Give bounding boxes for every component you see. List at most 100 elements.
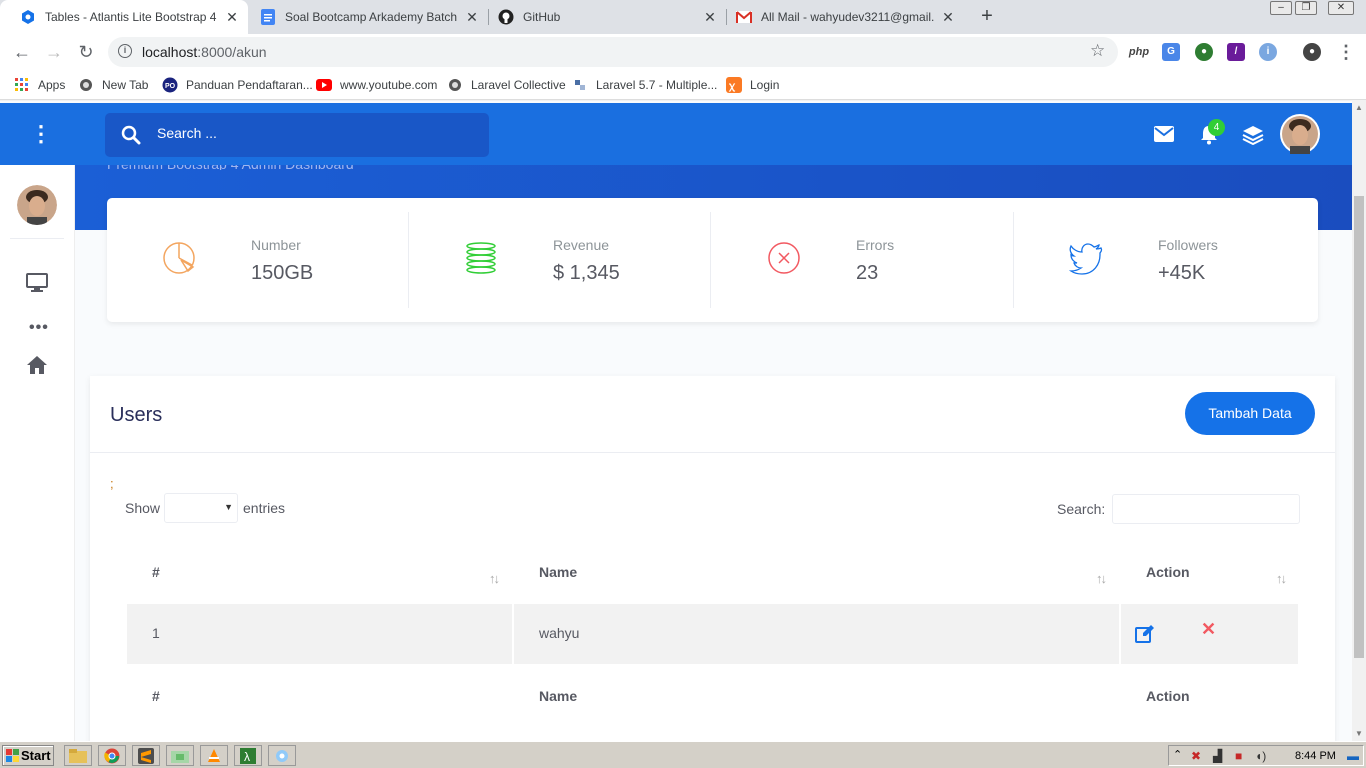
add-data-button[interactable]: Tambah Data: [1185, 392, 1315, 435]
gmail-icon: [736, 9, 752, 25]
search-icon: [121, 125, 141, 145]
system-tray: ⌃ ✖ ▟ ■ ◖) 8:44 PM ▬: [1168, 745, 1364, 766]
sort-icon[interactable]: ↑↓: [1096, 571, 1107, 586]
sidebar-toggle-icon[interactable]: ⋮: [30, 121, 52, 147]
bookmark-laravel-multiple[interactable]: Laravel 5.7 - Multiple...: [572, 77, 717, 93]
tab-title: All Mail - wahyudev3211@gmail.com: [761, 10, 934, 24]
windows-logo-icon: [6, 749, 19, 762]
back-icon[interactable]: ←: [10, 41, 34, 63]
column-header-number[interactable]: #: [152, 564, 160, 580]
scroll-down-icon[interactable]: ▼: [1355, 729, 1363, 738]
card-header: Users Tambah Data: [90, 376, 1335, 453]
tray-security-icon[interactable]: ✖: [1191, 749, 1201, 763]
scroll-up-icon[interactable]: ▲: [1355, 103, 1363, 112]
bookmark-panduan[interactable]: PO Panduan Pendaftaran...: [162, 77, 313, 93]
svg-text:λ: λ: [244, 750, 250, 764]
layers-icon[interactable]: [1242, 125, 1264, 145]
bookmark-apps[interactable]: Apps: [14, 77, 65, 93]
entries-select[interactable]: ▼: [164, 493, 238, 523]
delete-icon[interactable]: ✕: [1201, 619, 1216, 640]
tab-gmail[interactable]: All Mail - wahyudev3211@gmail.com ✕: [716, 0, 964, 34]
cell-name: wahyu: [539, 625, 580, 641]
bookmarks-bar: Apps New Tab PO Panduan Pendaftaran... w…: [0, 70, 1366, 100]
apps-grid-icon: [14, 77, 30, 93]
close-tab-icon[interactable]: ✕: [224, 9, 240, 25]
tray-expand-icon[interactable]: ⌃: [1173, 748, 1182, 761]
address-bar[interactable]: i localhost:8000/akun ☆: [108, 37, 1118, 67]
footer-header-action: Action: [1146, 688, 1190, 704]
globe-icon: [78, 77, 94, 93]
column-header-name[interactable]: Name: [539, 564, 577, 580]
sort-icon[interactable]: ↑↓: [1276, 571, 1287, 586]
color-picker-icon[interactable]: /: [1227, 43, 1245, 61]
php-icon[interactable]: php: [1128, 43, 1150, 61]
control-panel-icon[interactable]: [268, 745, 296, 766]
error-circle-icon: [768, 242, 800, 274]
globe-extension-icon[interactable]: ●: [1195, 43, 1213, 61]
show-desktop-icon[interactable]: ▬: [1347, 749, 1359, 763]
network-folder-icon[interactable]: [166, 745, 194, 766]
home-icon[interactable]: [26, 355, 48, 375]
entries-label: entries: [243, 500, 286, 516]
stat-value: 150GB: [251, 262, 314, 284]
menu-kebab-icon[interactable]: ⋮: [1334, 41, 1358, 63]
table-search-label: Search:: [1057, 501, 1106, 517]
reload-icon[interactable]: ↻: [74, 41, 98, 63]
coins-icon: [466, 242, 496, 274]
svg-text:PO: PO: [165, 83, 176, 90]
stat-value: 23: [856, 262, 879, 284]
file-explorer-icon[interactable]: [64, 745, 92, 766]
start-button[interactable]: Start: [2, 745, 54, 766]
stat-number: Number 150GB: [107, 212, 409, 308]
forward-icon[interactable]: →: [42, 41, 66, 63]
tray-app-icon[interactable]: ■: [1235, 749, 1242, 763]
scrollbar-thumb[interactable]: [1354, 196, 1364, 658]
close-tab-icon[interactable]: ✕: [940, 9, 956, 25]
chrome-icon[interactable]: [98, 745, 126, 766]
stat-label: Revenue: [553, 237, 610, 253]
tab-tables[interactable]: Tables - Atlantis Lite Bootstrap 4 Admin…: [0, 0, 248, 34]
sublime-text-icon[interactable]: [132, 745, 160, 766]
bookmark-laravel-collective[interactable]: Laravel Collective: [447, 77, 566, 93]
restore-button[interactable]: ❐: [1295, 1, 1317, 15]
bookmark-label: Laravel Collective: [471, 78, 566, 92]
stat-followers: Followers +45K: [1014, 212, 1316, 308]
monitor-icon[interactable]: [26, 273, 48, 293]
close-window-button[interactable]: ✕: [1328, 1, 1354, 15]
sort-icon[interactable]: ↑↓: [489, 571, 500, 586]
browser-toolbar: ← → ↻ i localhost:8000/akun ☆ php G ● / …: [0, 34, 1366, 70]
envelope-icon[interactable]: [1154, 126, 1174, 142]
sidebar: •••: [0, 165, 75, 741]
search-box[interactable]: [105, 113, 489, 157]
signal-strength-icon[interactable]: ▟: [1213, 749, 1222, 763]
bookmark-label: Apps: [38, 78, 66, 92]
tab-soal-bootcamp[interactable]: Soal Bootcamp Arkademy Batch 10 ✕: [240, 0, 488, 34]
search-input[interactable]: [157, 125, 457, 141]
lambda-app-icon[interactable]: λ: [234, 745, 262, 766]
edit-icon[interactable]: [1135, 624, 1155, 644]
new-tab-button[interactable]: +: [976, 6, 998, 28]
bookmark-label: New Tab: [102, 78, 149, 92]
vlc-icon[interactable]: [200, 745, 228, 766]
column-header-action[interactable]: Action: [1146, 564, 1190, 580]
bookmark-login[interactable]: ꭓ Login: [726, 77, 779, 93]
tab-github[interactable]: GitHub ✕: [478, 0, 726, 34]
translate-icon[interactable]: G: [1162, 43, 1180, 61]
bookmark-star-icon[interactable]: ☆: [1090, 41, 1105, 61]
bookmark-youtube[interactable]: www.youtube.com: [316, 77, 437, 93]
taskbar-clock[interactable]: 8:44 PM: [1295, 750, 1336, 762]
table-search-input[interactable]: [1112, 494, 1300, 524]
sidebar-avatar[interactable]: [17, 185, 57, 225]
minimize-button[interactable]: –: [1270, 1, 1292, 15]
bookmark-new-tab[interactable]: New Tab: [78, 77, 148, 93]
top-navbar: ⋮ 4: [0, 103, 1352, 165]
vertical-scrollbar[interactable]: ▲ ▼: [1352, 101, 1366, 741]
users-card: Users Tambah Data ; Show ▼ entries Searc…: [90, 376, 1335, 741]
profile-avatar-icon[interactable]: ●: [1303, 43, 1321, 61]
user-avatar[interactable]: [1280, 114, 1320, 154]
stat-revenue: Revenue $ 1,345: [409, 212, 711, 308]
volume-icon[interactable]: ◖): [1255, 749, 1266, 763]
info-icon[interactable]: i: [118, 44, 132, 58]
info-extension-icon[interactable]: i: [1259, 43, 1277, 61]
stray-text: ;: [110, 476, 114, 491]
